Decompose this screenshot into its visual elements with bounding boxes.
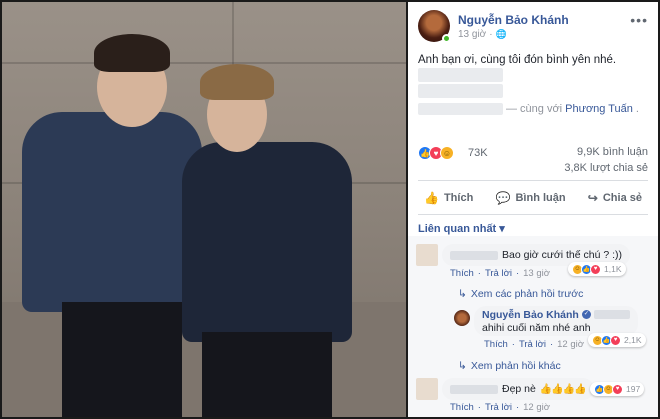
comment-actions: Thích · Trả lời · 12 giờ xyxy=(450,402,550,413)
tag-suffix: . xyxy=(635,103,639,115)
person-right-jacket xyxy=(182,142,352,342)
verified-badge-icon: ✓ xyxy=(581,310,591,319)
globe-icon: 🌐 xyxy=(495,29,507,39)
view-previous-replies-link[interactable]: ↳ Xem các phản hồi trước xyxy=(458,288,583,300)
love-reaction-icon: ♥ xyxy=(590,263,601,275)
comment-label: Bình luận xyxy=(515,192,566,204)
reply-arrow-icon: ↳ xyxy=(458,288,467,300)
comment-reactions[interactable]: 👍 ☺ ♥ 197 xyxy=(590,382,645,396)
comment-button[interactable]: 💬 Bình luận xyxy=(490,186,572,210)
wall-seam xyxy=(2,62,406,64)
person-left-jacket xyxy=(22,112,202,312)
post-header: Nguyễn Bảo Khánh 13 giờ · 🌐 ••• xyxy=(418,10,648,44)
post-actions: 👍 Thích 💬 Bình luận ↪ Chia sẻ xyxy=(418,186,648,210)
love-reaction-icon: ♥ xyxy=(610,334,621,346)
sort-label: Liên quan nhất xyxy=(418,223,497,235)
person-left-pants xyxy=(62,302,182,417)
reply-text: ahihi cuối năm nhé anh xyxy=(482,321,591,334)
post-stats: 👍 ♥ ☺ 73K 9,9K bình luận 3,8K lượt chia … xyxy=(418,142,648,176)
online-indicator xyxy=(442,34,451,43)
view-previous-label: Xem các phản hồi trước xyxy=(470,288,584,300)
thumbs-up-icon: 👍 xyxy=(424,191,439,205)
blurred-name xyxy=(450,384,498,394)
reply-header: Nguyễn Bảo Khánh ✓ xyxy=(482,309,630,321)
comment-like-link[interactable]: Thích xyxy=(450,402,474,413)
blurred-name xyxy=(450,250,498,260)
comment-reply-link[interactable]: Trả lời xyxy=(485,402,512,413)
divider xyxy=(418,214,648,215)
dot-separator: · xyxy=(489,29,493,40)
tagged-friend[interactable]: Phương Tuấn xyxy=(565,103,633,115)
speech-bubble-icon: 💬 xyxy=(495,191,511,205)
person-right-hair xyxy=(200,64,274,100)
love-reaction-icon: ♥ xyxy=(612,383,623,395)
comment-time[interactable]: 12 giờ xyxy=(523,402,550,413)
haha-reaction-icon: ☺ xyxy=(440,146,454,160)
thumbs-up-emoji-icons: 👍👍👍👍 xyxy=(539,383,587,395)
comment-reaction-count: 1,1K xyxy=(604,264,622,274)
share-arrow-icon: ↪ xyxy=(587,191,598,205)
reply-time[interactable]: 12 giờ xyxy=(557,339,584,350)
reply-like-link[interactable]: Thích xyxy=(484,339,508,350)
tag-prefix: — cùng với xyxy=(506,103,563,115)
comment-reaction-count: 197 xyxy=(626,384,641,394)
post-photo[interactable] xyxy=(2,2,406,417)
reply-author-name[interactable]: Nguyễn Bảo Khánh xyxy=(482,309,579,321)
reply-reply-link[interactable]: Trả lời xyxy=(519,339,546,350)
post-time[interactable]: 13 giờ xyxy=(458,29,486,40)
reply-bubble: Nguyễn Bảo Khánh ✓ ahihi cuối năm nhé an… xyxy=(474,306,638,336)
screenshot-frame: Nguyễn Bảo Khánh 13 giờ · 🌐 ••• Anh bạn … xyxy=(0,0,660,419)
comment-bubble: Đẹp nè 👍👍👍👍 xyxy=(442,378,594,400)
divider xyxy=(418,180,648,181)
person-right-pants xyxy=(202,332,332,417)
reply-actions: Thích · Trả lời · 12 giờ xyxy=(484,339,584,350)
person-left-hair xyxy=(94,34,170,72)
comment-sort-dropdown[interactable]: Liên quan nhất ▾ xyxy=(418,222,505,235)
blurred-text xyxy=(418,84,503,98)
like-label: Thích xyxy=(443,192,474,204)
comment-count[interactable]: 9,9K bình luận xyxy=(577,146,648,158)
reaction-count[interactable]: 73K xyxy=(468,147,488,159)
reply-author-avatar[interactable] xyxy=(454,310,470,326)
tag-line: — cùng với Phương Tuấn . xyxy=(418,103,639,115)
commenter-avatar[interactable] xyxy=(416,244,438,266)
comment-text: Đẹp nè xyxy=(502,383,536,395)
comment-reply-link[interactable]: Trả lời xyxy=(485,268,512,279)
author-name[interactable]: Nguyễn Bảo Khánh xyxy=(458,13,569,27)
commenter-avatar[interactable] xyxy=(416,378,438,400)
chevron-down-icon: ▾ xyxy=(499,223,505,235)
share-label: Chia sẻ xyxy=(602,192,642,204)
view-more-replies-link[interactable]: ↳ Xem phản hồi khác xyxy=(458,360,561,372)
post-panel: Nguyễn Bảo Khánh 13 giờ · 🌐 ••• Anh bạn … xyxy=(408,2,658,417)
comments-section: Bao giờ cưới thế chú ? :)) ☺ 👍 ♥ 1,1K Th… xyxy=(408,236,658,417)
share-count[interactable]: 3,8K lượt chia sẻ xyxy=(564,162,648,174)
reply-reactions[interactable]: ☺ 👍 ♥ 2,1K xyxy=(588,333,646,347)
comment-reactions[interactable]: ☺ 👍 ♥ 1,1K xyxy=(568,262,626,276)
reply-arrow-icon: ↳ xyxy=(458,360,467,372)
view-more-label: Xem phản hồi khác xyxy=(470,360,561,372)
blurred-text xyxy=(418,103,503,115)
post-text: Anh bạn ơi, cùng tôi đón bình yên nhé. xyxy=(418,54,617,66)
post-meta: 13 giờ · 🌐 xyxy=(458,29,507,40)
comment-actions: Thích · Trả lời · 13 giờ xyxy=(450,268,550,279)
like-button[interactable]: 👍 Thích xyxy=(418,186,479,210)
comment-text: Bao giờ cưới thế chú ? :)) xyxy=(502,249,623,261)
blurred-text xyxy=(418,68,503,82)
comment-like-link[interactable]: Thích xyxy=(450,268,474,279)
share-button[interactable]: ↪ Chia sẻ xyxy=(582,186,648,210)
reaction-icons[interactable]: 👍 ♥ ☺ xyxy=(418,146,454,160)
blurred-mention xyxy=(593,310,630,319)
comment-time[interactable]: 13 giờ xyxy=(523,268,550,279)
ellipsis-icon[interactable]: ••• xyxy=(630,12,648,28)
reply-reaction-count: 2,1K xyxy=(624,335,642,345)
